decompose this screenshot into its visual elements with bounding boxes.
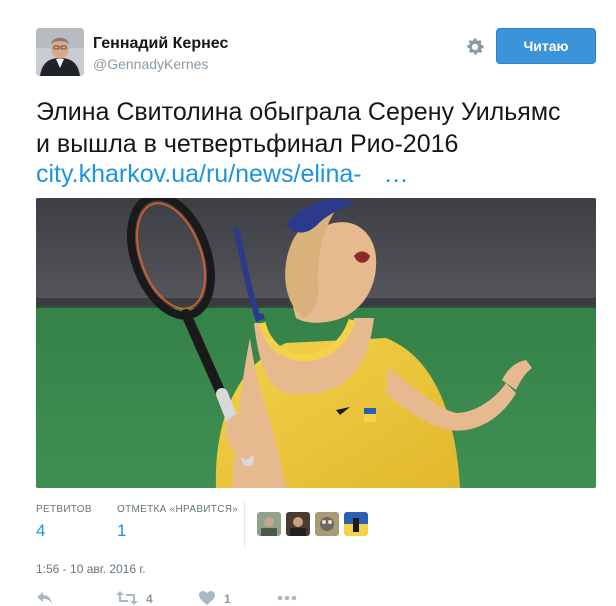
liker-avatar[interactable] — [286, 512, 310, 536]
more-button[interactable] — [276, 590, 298, 606]
tweet-stats: РЕТВИТОВ 4 ОТМЕТКА «НРАВИТСЯ» 1 — [36, 498, 596, 548]
tweet-actions: 4 1 — [36, 590, 596, 606]
more-icon — [276, 590, 298, 606]
tweet-text-line-1: Элина Свитолина обыграла Серену Уильямс — [36, 98, 561, 126]
retweets-count[interactable]: 4 — [36, 520, 92, 542]
tweet-timestamp[interactable]: 1:56 - 10 авг. 2016 г. — [36, 562, 146, 576]
liker-avatar[interactable] — [315, 512, 339, 536]
liker-avatar[interactable] — [344, 512, 368, 536]
like-action-count: 1 — [224, 592, 231, 606]
author-names: Геннадий Кернес @GennadyKernes — [93, 34, 228, 73]
author-avatar[interactable] — [36, 28, 84, 76]
tweet-text-line-2: и вышла в четвертьфинал Рио-2016 — [36, 130, 459, 158]
retweets-stat[interactable]: РЕТВИТОВ 4 — [36, 504, 92, 542]
retweet-icon — [116, 590, 138, 606]
tweet-photo[interactable] — [36, 198, 596, 488]
gear-icon[interactable] — [464, 36, 486, 58]
tweet-link-url[interactable]: city.kharkov.ua/ru/news/elina- — [36, 160, 362, 188]
reply-icon — [36, 590, 54, 606]
retweet-button[interactable]: 4 — [116, 590, 153, 606]
liker-avatar[interactable] — [257, 512, 281, 536]
author-display-name[interactable]: Геннадий Кернес — [93, 34, 228, 54]
tweet-header: Геннадий Кернес @GennadyKernes Читаю — [36, 28, 596, 78]
like-button[interactable]: 1 — [198, 590, 231, 606]
tweet-link[interactable]: city.kharkov.ua/ru/news/elina- … — [36, 158, 409, 190]
likes-count[interactable]: 1 — [117, 520, 238, 542]
reply-button[interactable] — [36, 590, 54, 606]
retweet-action-count: 4 — [146, 592, 153, 606]
tweet-link-ellipsis[interactable]: … — [384, 160, 409, 188]
tweet-text: Элина Свитолина обыграла Серену Уильямс … — [36, 96, 606, 160]
retweets-label: РЕТВИТОВ — [36, 504, 92, 515]
follow-button[interactable]: Читаю — [496, 28, 596, 64]
heart-icon — [198, 590, 216, 606]
stats-divider — [244, 502, 245, 548]
likes-stat[interactable]: ОТМЕТКА «НРАВИТСЯ» 1 — [117, 504, 238, 542]
likes-label: ОТМЕТКА «НРАВИТСЯ» — [117, 504, 239, 515]
author-handle[interactable]: @GennadyKernes — [93, 55, 228, 73]
